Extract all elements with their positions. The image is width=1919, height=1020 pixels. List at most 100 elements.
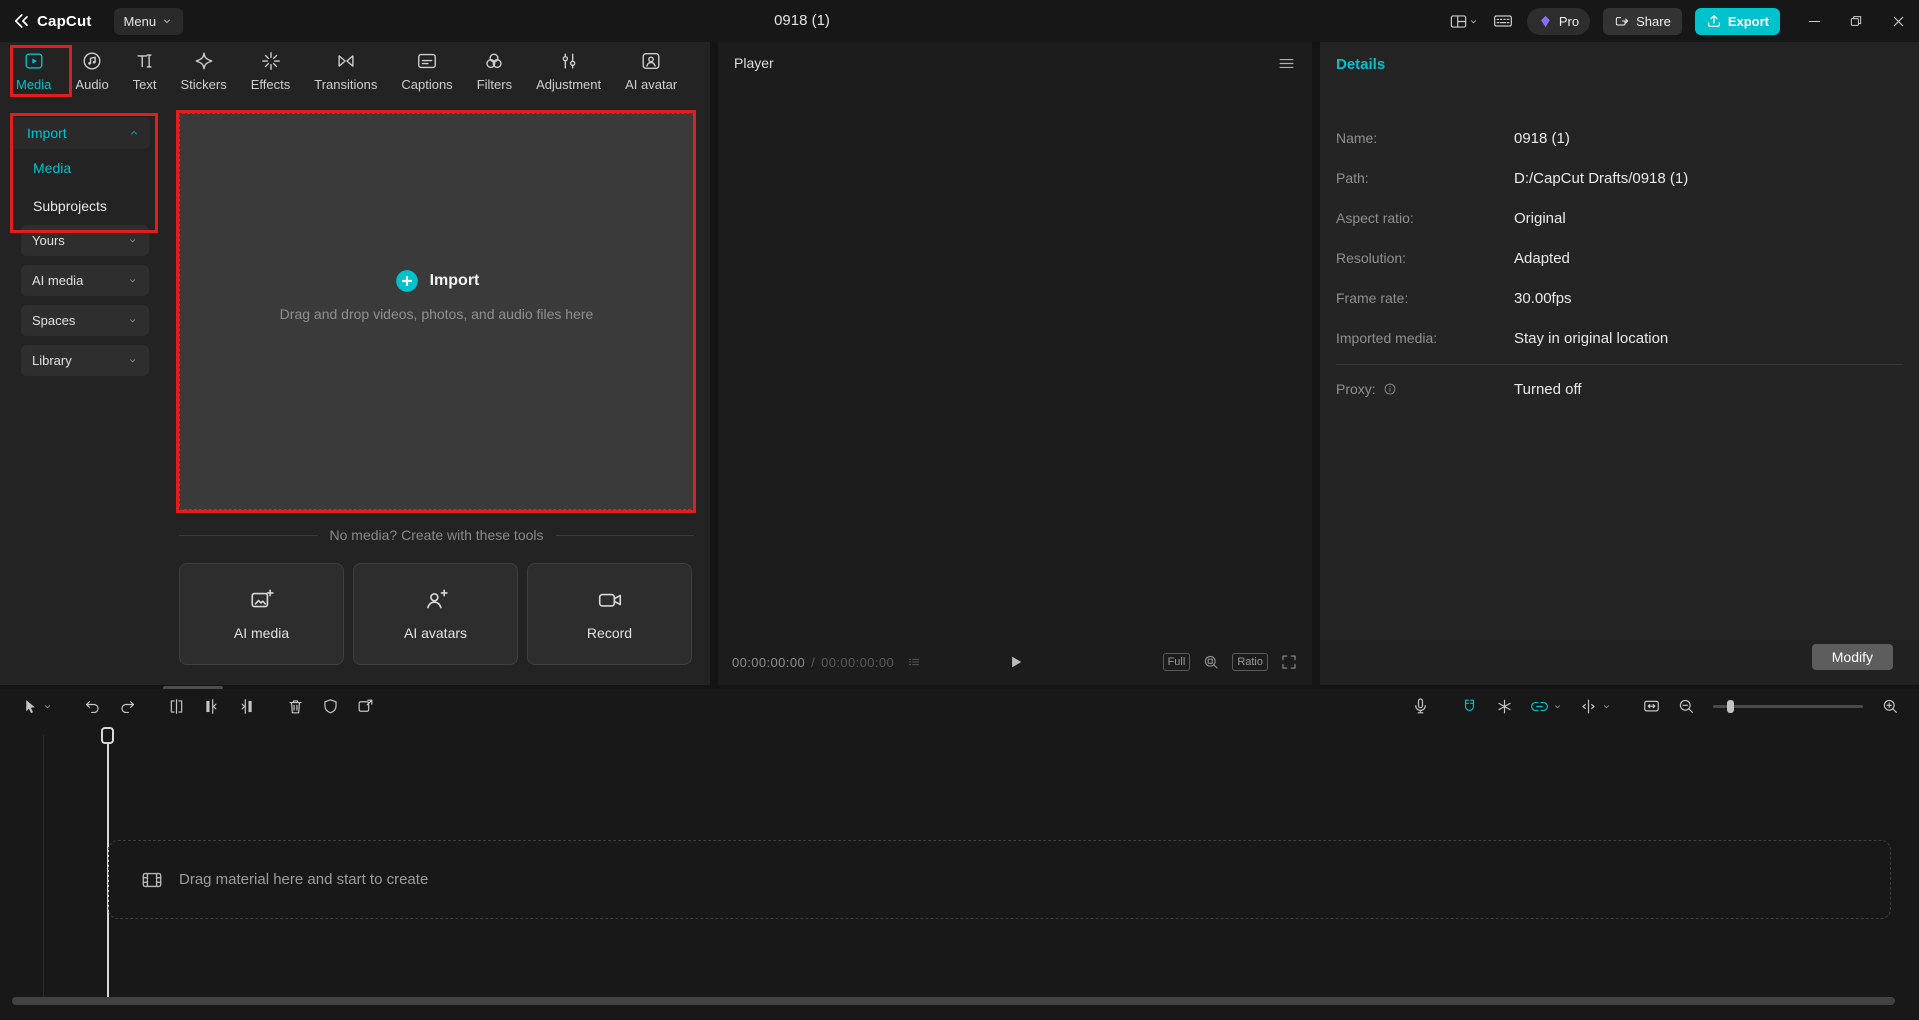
details-proxy-value: Turned off: [1514, 380, 1582, 398]
sidebar-dropdown-ai-media[interactable]: AI media: [21, 265, 149, 296]
zoom-out-button[interactable]: [1677, 697, 1695, 715]
timeline-zoom-slider[interactable]: [1713, 699, 1863, 713]
sidebar-ai-media-label: AI media: [32, 273, 84, 288]
export-clip-button[interactable]: [356, 697, 375, 716]
sidebar-dropdown-yours[interactable]: Yours: [21, 225, 149, 256]
sidebar-dropdown-library[interactable]: Library: [21, 345, 149, 376]
sidebar-subprojects-label: Subprojects: [33, 198, 107, 214]
share-button[interactable]: Share: [1603, 7, 1682, 35]
timeline-area[interactable]: Drag material here and start to create: [0, 723, 1919, 1020]
tab-media[interactable]: Media: [16, 50, 51, 92]
record-voiceover-button[interactable]: [1411, 697, 1430, 716]
timeline-dropzone[interactable]: Drag material here and start to create: [108, 840, 1891, 919]
undo-button[interactable]: [83, 697, 102, 716]
details-title: Details: [1336, 56, 1386, 73]
record-camera-icon: [597, 587, 623, 613]
sidebar-library-label: Library: [32, 353, 72, 368]
preview-axis-button[interactable]: [1579, 697, 1612, 716]
timecode-options-icon[interactable]: [906, 654, 922, 670]
playhead-handle[interactable]: [101, 727, 114, 744]
play-icon: [1005, 652, 1025, 672]
details-aspect-value: Original: [1514, 209, 1566, 227]
redo-button[interactable]: [118, 697, 137, 716]
tab-ai-avatar[interactable]: AI avatar: [625, 50, 677, 92]
select-tool-button[interactable]: [22, 698, 53, 715]
modify-button[interactable]: Modify: [1811, 644, 1893, 670]
share-icon: [1614, 13, 1630, 29]
chevron-down-icon: [1601, 701, 1612, 712]
tab-transitions[interactable]: Transitions: [314, 50, 377, 92]
ratio-button[interactable]: Ratio: [1232, 653, 1268, 671]
auto-snap-toggle[interactable]: [1495, 697, 1514, 716]
details-resolution-value: Adapted: [1514, 249, 1570, 267]
delete-button[interactable]: [286, 697, 305, 716]
delete-right-button[interactable]: [237, 697, 256, 716]
play-button[interactable]: [1005, 652, 1025, 672]
menu-button[interactable]: Menu: [113, 7, 184, 35]
pro-badge[interactable]: Pro: [1526, 7, 1591, 35]
import-dropzone[interactable]: Import Drag and drop videos, photos, and…: [179, 113, 694, 510]
main-track-magnet-toggle[interactable]: [1460, 697, 1479, 716]
tab-captions[interactable]: Captions: [401, 50, 453, 92]
restore-icon: [1848, 13, 1864, 29]
details-row-resolution: Resolution: Adapted: [1336, 238, 1903, 278]
zoom-in-button[interactable]: [1881, 697, 1899, 715]
tab-filters[interactable]: Filters: [477, 50, 512, 92]
ai-avatars-card[interactable]: AI avatars: [353, 563, 518, 665]
tab-text-label: Text: [132, 77, 157, 92]
adjustment-icon: [558, 50, 580, 72]
export-icon: [1706, 13, 1722, 29]
info-icon[interactable]: [1383, 382, 1397, 396]
sidebar-item-subprojects[interactable]: Subprojects: [0, 187, 159, 225]
keyboard-shortcuts-button[interactable]: [1493, 11, 1513, 31]
tab-audio[interactable]: Audio: [75, 50, 109, 92]
sidebar-group-import[interactable]: Import: [10, 117, 150, 149]
tab-effects[interactable]: Effects: [251, 50, 290, 92]
menu-button-label: Menu: [123, 13, 157, 29]
player-menu-icon[interactable]: [1277, 54, 1296, 73]
zoom-fit-icon[interactable]: [1202, 653, 1220, 671]
media-icon: [23, 50, 45, 72]
sidebar-spaces-label: Spaces: [32, 313, 76, 328]
tab-media-label: Media: [16, 77, 52, 92]
ai-media-card[interactable]: AI media: [179, 563, 344, 665]
tab-stickers[interactable]: Stickers: [181, 50, 227, 92]
split-button[interactable]: [167, 697, 186, 716]
close-button[interactable]: [1877, 0, 1919, 42]
auto-snap-icon: [1495, 697, 1514, 716]
chevron-down-icon: [1468, 16, 1479, 27]
text-icon: [134, 50, 156, 72]
close-icon: [1890, 13, 1907, 30]
magnet-icon: [1460, 697, 1479, 716]
zoom-slider-handle[interactable]: [1727, 699, 1734, 713]
timeline-scrollbar[interactable]: [12, 997, 1895, 1005]
tab-text[interactable]: Text: [133, 50, 157, 92]
tab-ai-avatar-label: AI avatar: [625, 77, 678, 92]
timeline-drop-hint: Drag material here and start to create: [179, 871, 429, 888]
sidebar-item-media[interactable]: Media: [0, 149, 159, 187]
restore-button[interactable]: [1835, 0, 1877, 42]
sidebar-dropdown-spaces[interactable]: Spaces: [21, 305, 149, 336]
minimize-icon: [1806, 13, 1823, 30]
document-title: 0918 (1): [774, 12, 830, 29]
record-card[interactable]: Record: [527, 563, 692, 665]
pro-diamond-icon: [1538, 14, 1553, 29]
fullscreen-icon[interactable]: [1280, 653, 1298, 671]
layout-panels-button[interactable]: [1449, 12, 1479, 31]
full-preview-button[interactable]: Full: [1162, 653, 1191, 671]
mask-button[interactable]: [321, 697, 340, 716]
minimize-button[interactable]: [1793, 0, 1835, 42]
tab-adjustment[interactable]: Adjustment: [536, 50, 601, 92]
pro-label: Pro: [1558, 13, 1580, 29]
delete-left-button[interactable]: [202, 697, 221, 716]
linkage-toggle[interactable]: [1530, 697, 1563, 716]
track-start-divider: [43, 735, 44, 999]
fit-timeline-button[interactable]: [1642, 697, 1661, 716]
delete-right-icon: [237, 697, 256, 716]
undo-icon: [83, 697, 102, 716]
details-row-proxy: Proxy: Turned off: [1336, 369, 1903, 409]
export-label: Export: [1727, 13, 1769, 29]
export-button[interactable]: Export: [1694, 7, 1780, 35]
trash-icon: [286, 697, 305, 716]
chevron-down-icon: [42, 701, 53, 712]
